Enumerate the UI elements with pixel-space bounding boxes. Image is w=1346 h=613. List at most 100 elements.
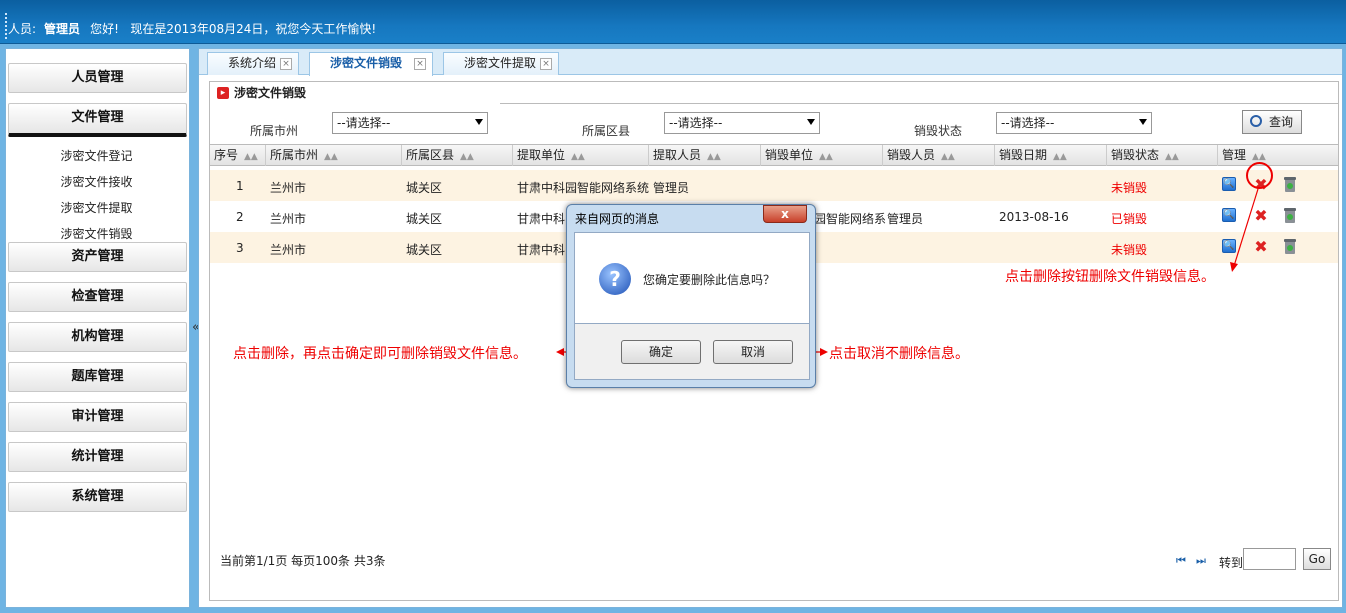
column-header[interactable]: 所属市州 ▲▲ — [266, 145, 402, 166]
column-header[interactable]: 提取单位 ▲▲ — [513, 145, 649, 166]
sort-icon: ▲▲ — [1053, 152, 1067, 162]
user-label: 人员: — [8, 22, 37, 36]
dialog-close-button[interactable]: x — [763, 205, 807, 223]
sidebar-item-system[interactable]: 系统管理 — [8, 482, 187, 512]
column-header[interactable]: 管理 ▲▲ — [1218, 145, 1338, 166]
query-button[interactable]: 查询 — [1242, 110, 1302, 134]
question-icon: ? — [599, 263, 631, 295]
header-label: 销毁人员 — [887, 148, 936, 162]
cell-destroy-unit: 园智能网络系 — [814, 212, 887, 226]
dialog-body: ? 您确定要删除此信息吗？ — [574, 232, 810, 324]
view-icon[interactable]: 🔍 — [1222, 239, 1236, 253]
column-header[interactable]: 销毁状态 ▲▲ — [1107, 145, 1218, 166]
header-label: 所属市州 — [270, 148, 319, 162]
last-page-icon[interactable]: ⏭ — [1196, 554, 1206, 568]
status-select[interactable]: --请选择-- — [996, 112, 1152, 134]
tab-label: 系统介绍 — [228, 56, 277, 70]
user-info: 人员: 管理员 您好! 现在是2013年08月24日，祝您今天工作愉快! — [8, 20, 376, 37]
header-label: 提取人员 — [653, 148, 702, 162]
sidebar-subitem-receive[interactable]: 涉密文件接收 — [6, 173, 187, 190]
dialog-message: 您确定要删除此信息吗？ — [643, 273, 776, 287]
cell-county: 城关区 — [406, 212, 443, 226]
sort-icon: ▲▲ — [1165, 152, 1179, 162]
tab-extract[interactable]: 涉密文件提取 × — [443, 52, 559, 75]
cell-status: 未销毁 — [1111, 243, 1148, 257]
header-label: 销毁日期 — [999, 148, 1048, 162]
sidebar-item-inspection[interactable]: 检查管理 — [8, 282, 187, 312]
goto-label: 转到 — [1219, 556, 1244, 570]
sidebar-subitem-register[interactable]: 涉密文件登记 — [6, 147, 187, 164]
cell-unit: 甘肃中科园智能网络系统 — [517, 181, 650, 195]
delete-icon[interactable]: ✖ — [1254, 208, 1268, 224]
tab-destroy[interactable]: 涉密文件销毁 × — [309, 52, 433, 76]
cell-no: 1 — [236, 179, 244, 193]
sidebar-item-assets[interactable]: 资产管理 — [8, 242, 187, 272]
cancel-hint-text: 点击取消不删除信息。 — [829, 346, 969, 362]
go-button[interactable]: Go — [1303, 548, 1331, 570]
sidebar-item-audit[interactable]: 审计管理 — [8, 402, 187, 432]
cell-city: 兰州市 — [270, 212, 307, 226]
cell-no: 3 — [236, 241, 244, 255]
sort-icon: ▲▲ — [324, 152, 338, 162]
date-text: 现在是2013年08月24日，祝您今天工作愉快! — [130, 22, 377, 36]
sort-icon: ▲▲ — [941, 152, 955, 162]
city-select-value: --请选择-- — [337, 116, 391, 130]
column-header[interactable]: 销毁单位 ▲▲ — [761, 145, 883, 166]
first-page-icon[interactable]: ⏮ — [1176, 554, 1186, 568]
top-header: 人员: 管理员 您好! 现在是2013年08月24日，祝您今天工作愉快! — [0, 0, 1346, 44]
sidebar-subitem-extract[interactable]: 涉密文件提取 — [6, 199, 187, 216]
header-label: 序号 — [214, 148, 239, 162]
sidebar-item-statistics[interactable]: 统计管理 — [8, 442, 187, 472]
panel-arrow-icon: ▸ — [217, 87, 229, 99]
close-icon[interactable]: × — [414, 58, 426, 70]
cell-unit: 甘肃中科 — [517, 212, 566, 226]
sidebar-item-organization[interactable]: 机构管理 — [8, 322, 187, 352]
ok-button[interactable]: 确定 — [621, 340, 701, 364]
city-label: 所属市州 — [250, 124, 299, 138]
trash-icon[interactable] — [1282, 237, 1298, 255]
sidebar-item-personnel[interactable]: 人员管理 — [8, 63, 187, 93]
panel-title: ▸ 涉密文件销毁 — [210, 82, 500, 104]
sidebar-item-question-bank[interactable]: 题库管理 — [8, 362, 187, 392]
sidebar-subitem-destroy[interactable]: 涉密文件销毁 — [6, 225, 187, 242]
cell-person: 管理员 — [653, 181, 690, 195]
header-label: 销毁状态 — [1111, 148, 1160, 162]
trash-icon[interactable] — [1282, 175, 1298, 193]
sort-icon: ▲▲ — [571, 152, 585, 162]
page-info: 当前第1/1页 每页100条 共3条 — [220, 554, 386, 568]
delete-icon[interactable]: ✖ — [1254, 239, 1268, 255]
delete-highlight — [1246, 162, 1273, 189]
column-header[interactable]: 销毁人员 ▲▲ — [883, 145, 995, 166]
goto-page-input[interactable] — [1243, 548, 1296, 570]
city-select[interactable]: --请选择-- — [332, 112, 488, 134]
cancel-button[interactable]: 取消 — [713, 340, 793, 364]
column-header[interactable]: 提取人员 ▲▲ — [649, 145, 761, 166]
column-header[interactable]: 所属区县 ▲▲ — [402, 145, 513, 166]
tab-intro[interactable]: 系统介绍 × — [207, 52, 299, 75]
sidebar-item-files[interactable]: 文件管理 — [8, 103, 187, 137]
cell-city: 兰州市 — [270, 243, 307, 257]
confirm-hint-text: 点击删除，再点击确定即可删除销毁文件信息。 — [233, 346, 527, 362]
cell-unit: 甘肃中科 — [517, 243, 566, 257]
close-icon[interactable]: × — [280, 58, 292, 70]
status-select-value: --请选择-- — [1001, 116, 1055, 130]
sort-icon: ▲▲ — [460, 152, 474, 162]
dropdown-arrow-icon — [475, 119, 483, 125]
close-icon[interactable]: × — [540, 58, 552, 70]
trash-icon[interactable] — [1282, 206, 1298, 224]
column-header[interactable]: 销毁日期 ▲▲ — [995, 145, 1107, 166]
cell-city: 兰州市 — [270, 181, 307, 195]
dropdown-arrow-icon — [1139, 119, 1147, 125]
column-header[interactable]: 序号 ▲▲ — [210, 145, 266, 166]
user-name: 管理员 — [44, 22, 81, 36]
sort-icon: ▲▲ — [707, 152, 721, 162]
greeting: 您好! — [90, 22, 119, 36]
sidebar: 人员管理 文件管理 涉密文件登记 涉密文件接收 涉密文件提取 涉密文件销毁 资产… — [5, 48, 190, 608]
sort-icon: ▲▲ — [1252, 152, 1266, 162]
county-select[interactable]: --请选择-- — [664, 112, 820, 134]
view-icon[interactable]: 🔍 — [1222, 208, 1236, 222]
delete-hint-text: 点击删除按钮删除文件销毁信息。 — [1005, 269, 1215, 285]
header-label: 所属区县 — [406, 148, 455, 162]
view-icon[interactable]: 🔍 — [1222, 177, 1236, 191]
search-icon — [1250, 115, 1262, 127]
